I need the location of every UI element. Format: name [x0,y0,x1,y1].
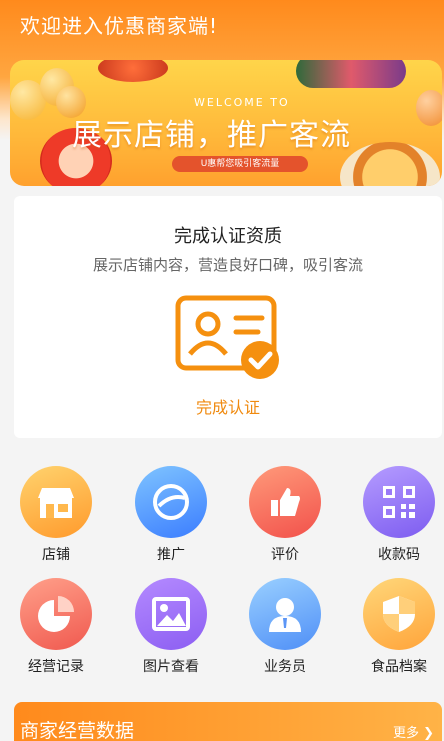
grid-item-salesperson[interactable]: 业务员 [230,578,340,676]
salesperson-icon [249,578,321,650]
grid-item-food-archive[interactable]: 食品档案 [344,578,444,676]
promo-banner[interactable]: WELCOME TO 展示店铺，推广客流 U惠帮您吸引客流量 [10,60,442,186]
banner-welcome-text: WELCOME TO [194,96,290,109]
more-label: 更多 [392,726,419,741]
banner-slogan: 展示店铺，推广客流 [72,118,351,153]
grid-label: 经营记录 [28,659,84,675]
pie-chart-icon [20,578,92,650]
complete-certification-button[interactable]: 完成认证 [14,394,442,418]
certification-card: 完成认证资质 展示店铺内容，营造良好口碑，吸引客流 完成认证 [14,196,442,438]
chevron-right-icon: ❯ [423,726,434,741]
grid-label: 推广 [157,547,185,563]
thumbs-up-icon [249,466,321,538]
grid-item-qr-code[interactable]: 收款码 [344,466,444,564]
certification-title: 完成认证资质 [174,226,282,247]
image-icon [135,578,207,650]
grid-item-photos[interactable]: 图片查看 [116,578,226,676]
pizza-image [340,142,440,186]
crab-dish-image [98,60,168,82]
banner-pill: U惠帮您吸引客流量 [172,156,308,172]
grid-item-review[interactable]: 评价 [230,466,340,564]
business-data-section: 商家经营数据 更多 ❯ [14,702,442,741]
grid-label: 收款码 [378,547,420,563]
shield-icon [363,578,435,650]
grid-item-store[interactable]: 店铺 [1,466,111,564]
grid-item-promotion[interactable]: 推广 [116,466,226,564]
grid-label: 食品档案 [371,659,427,675]
welcome-title: 欢迎进入优惠商家端! [20,14,219,38]
grid-item-records[interactable]: 经营记录 [1,578,111,676]
business-data-title: 商家经营数据 [20,720,135,741]
store-icon [20,466,92,538]
grid-label: 店铺 [42,547,70,563]
grid-label: 图片查看 [143,659,199,675]
promotion-icon [135,466,207,538]
grid-label: 业务员 [264,659,306,675]
grid-label: 评价 [271,547,299,563]
certification-subtitle: 展示店铺内容，营造良好口碑，吸引客流 [92,256,363,274]
certificate-check-icon[interactable] [174,294,284,384]
more-link[interactable]: 更多 ❯ [393,722,434,741]
salad-dish-image [296,60,406,88]
qr-code-icon [363,466,435,538]
balloon-decoration [416,90,442,126]
